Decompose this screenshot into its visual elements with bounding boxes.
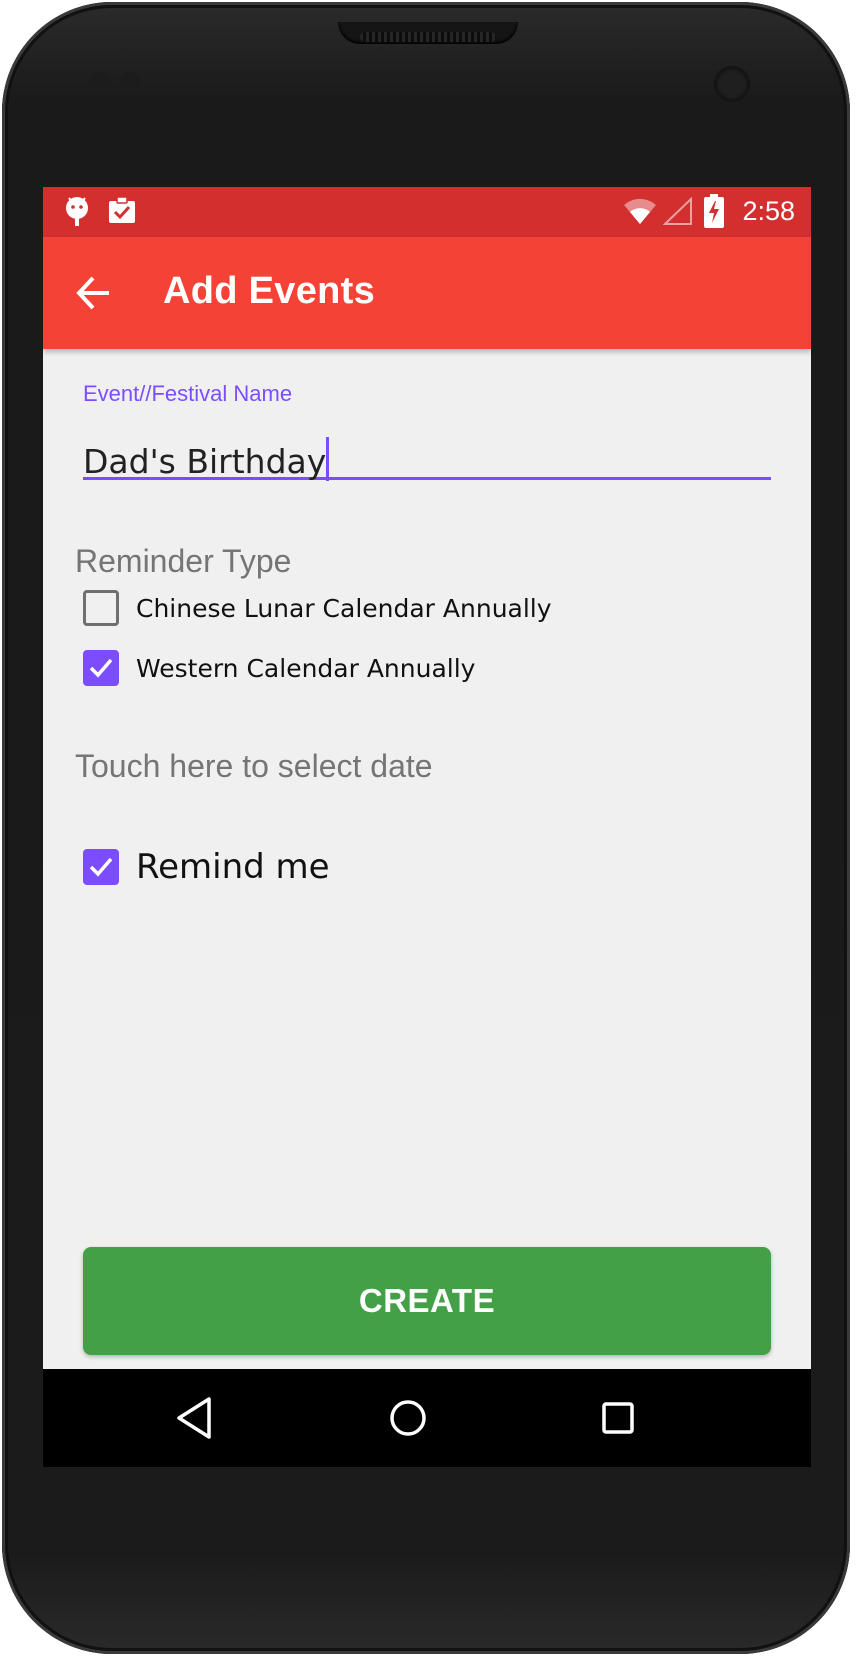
- status-bar: 2:58: [43, 187, 811, 237]
- check-icon: [89, 857, 113, 877]
- battery-charging-icon: [704, 194, 724, 233]
- app-bar: Add Events: [43, 237, 811, 349]
- text-caret: [326, 437, 330, 481]
- checkbox-label: Remind me: [136, 847, 330, 887]
- checkbox-label: Western Calendar Annually: [136, 653, 476, 683]
- event-name-value: Dad's Birthday: [83, 437, 330, 481]
- recents-square-icon[interactable]: [593, 1393, 643, 1443]
- checkbox-checked[interactable]: [83, 849, 119, 885]
- back-button[interactable]: [63, 263, 123, 323]
- light-sensor: [118, 72, 140, 94]
- clipboard-check-icon: [107, 195, 137, 230]
- reminder-type-label: Reminder Type: [75, 543, 292, 579]
- proximity-sensor: [88, 72, 110, 94]
- event-name-text: Dad's Birthday: [83, 442, 327, 481]
- checkbox-unchecked[interactable]: [83, 590, 119, 626]
- checkbox-label: Chinese Lunar Calendar Annually: [136, 593, 552, 623]
- check-icon: [89, 658, 113, 678]
- create-button[interactable]: CREATE: [83, 1247, 771, 1355]
- arrow-left-icon: [76, 276, 109, 310]
- checkbox-checked[interactable]: [83, 650, 119, 686]
- status-time: 2:58: [742, 196, 795, 226]
- select-date-prompt[interactable]: Touch here to select date: [75, 748, 433, 785]
- event-name-label: Event//Festival Name: [83, 381, 293, 406]
- checkbox-chinese-lunar[interactable]: Chinese Lunar Calendar Annually: [83, 590, 552, 626]
- back-triangle-icon[interactable]: [171, 1393, 221, 1443]
- checkbox-western[interactable]: Western Calendar Annually: [83, 650, 475, 686]
- front-camera: [714, 66, 750, 102]
- page-title: Add Events: [163, 270, 376, 312]
- home-circle-icon[interactable]: [383, 1393, 433, 1443]
- wifi-icon: [623, 197, 657, 230]
- android-icon: [65, 196, 89, 233]
- checkbox-remind-me[interactable]: Remind me: [83, 847, 330, 887]
- navigation-bar: [43, 1369, 811, 1467]
- speaker-grill: [360, 32, 496, 42]
- screen: 2:58 Add Events Event//Festival Name Dad…: [43, 187, 811, 1467]
- signal-icon: [662, 196, 693, 230]
